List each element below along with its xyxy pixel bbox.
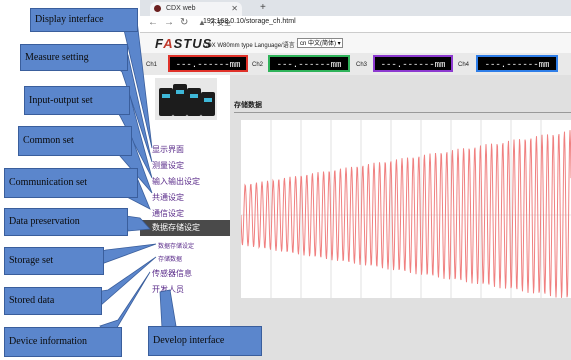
menu-item-common[interactable]: 共通设定 (152, 192, 184, 203)
callout-common-set: Common set (18, 126, 132, 156)
submenu-storage-set[interactable]: 数据存储设定 (158, 241, 194, 250)
forward-arrow-icon[interactable]: → (164, 17, 174, 28)
reload-icon[interactable]: ↻ (180, 17, 188, 28)
callout-measure-setting: Measure setting (20, 44, 128, 71)
divider (234, 112, 571, 113)
tab-title: CDX web (166, 5, 196, 12)
type-label: CDX W80mm type Language/语言 : (203, 43, 299, 49)
back-arrow-icon[interactable]: ← (148, 17, 158, 28)
waveform-chart (240, 120, 571, 298)
channel-label: Ch3 (356, 62, 368, 68)
menu-item-communication[interactable]: 通信设定 (152, 208, 184, 219)
device-image (155, 78, 217, 120)
callout-storage-set: Storage set (4, 247, 104, 275)
url-text[interactable]: 192.168.0.10/storage_ch.html (203, 18, 296, 25)
channel-1-display: ---.------mm (168, 55, 248, 72)
close-icon[interactable]: ✕ (231, 2, 238, 16)
waveform-line (240, 130, 571, 298)
menu-item-sensor-info[interactable]: 传感器信息 (152, 268, 192, 279)
menu-item-developer[interactable]: 开发人员 (152, 284, 184, 295)
channel-label: Ch4 (458, 62, 470, 68)
callout-communication-set: Communication set (4, 168, 138, 198)
language-select[interactable]: cn 中文(简体) ▾ (297, 38, 343, 48)
callout-data-preservation: Data preservation (4, 208, 128, 236)
menu-item-data-preservation[interactable]: 数据存储设定 (140, 220, 230, 236)
favicon-icon (154, 5, 161, 12)
new-tab-button[interactable]: + (260, 2, 266, 13)
page-title: 存储数据 (234, 102, 262, 109)
browser-tab[interactable]: CDX web ✕ (150, 2, 242, 16)
menu-item-display[interactable]: 显示界面 (152, 144, 184, 155)
channel-label: Ch2 (252, 62, 264, 68)
channel-2-display: ---.------mm (268, 55, 350, 72)
callout-display-interface: Display interface (30, 8, 138, 32)
menu-item-io[interactable]: 输入输出设定 (152, 176, 200, 187)
waveform-svg (240, 120, 571, 298)
submenu-stored-data[interactable]: 存储数据 (158, 254, 182, 263)
callout-stored-data: Stored data (4, 287, 102, 315)
callout-device-information: Device information (4, 327, 122, 357)
callout-input-output-set: Input-output set (24, 86, 130, 115)
channel-label: Ch1 (146, 62, 158, 68)
channel-4-display: ---.------mm (476, 55, 558, 72)
menu-item-measure[interactable]: 测量设定 (152, 160, 184, 171)
channel-3-display: ---.------mm (373, 55, 453, 72)
callout-develop-interface: Develop interface (148, 326, 262, 356)
